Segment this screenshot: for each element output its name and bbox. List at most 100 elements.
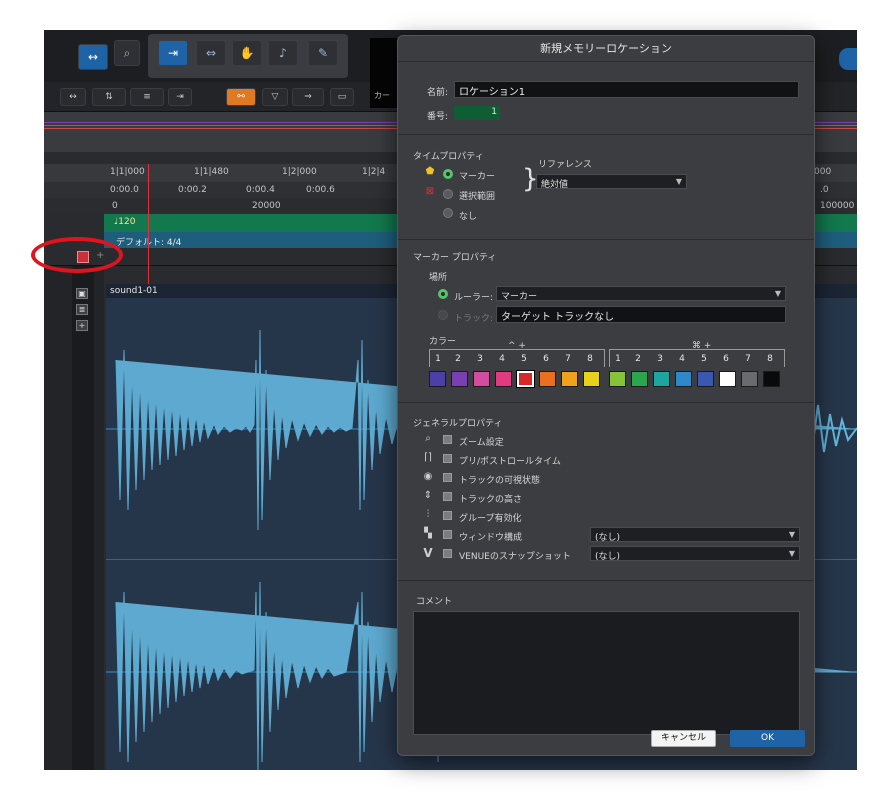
number-field[interactable]: 1	[454, 106, 500, 120]
cancel-button[interactable]: キャンセル	[651, 730, 716, 747]
tab-to-transient-icon[interactable]: ⇒	[292, 88, 324, 106]
group-enable-checkbox[interactable]	[443, 511, 452, 520]
name-input[interactable]: ロケーション1	[454, 81, 799, 98]
window-config-checkbox[interactable]	[443, 530, 452, 539]
ruler-dropdown[interactable]: マーカー ▼	[496, 286, 786, 302]
section-divider	[398, 134, 814, 135]
radio-selection[interactable]	[443, 189, 453, 199]
color-swatch[interactable]	[675, 371, 692, 387]
color-number: 4	[499, 354, 505, 364]
ruler-time-label: 0:00.2	[178, 185, 207, 195]
radio-marker[interactable]	[443, 169, 453, 179]
new-memory-location-dialog: 新規メモリーロケーション 名前: ロケーション1 番号: 1 タイムプロパティ …	[397, 35, 815, 756]
venue-snapshot-dropdown[interactable]: (なし) ▼	[590, 546, 800, 562]
ruler-bar-label: 1|2|4	[362, 167, 386, 177]
window-config-icon: ▚	[424, 528, 432, 539]
slip-icon[interactable]: ≡	[130, 88, 164, 106]
comment-label: コメント	[416, 597, 453, 607]
color-swatch[interactable]	[609, 371, 626, 387]
ruler-label: ルーラー:	[454, 293, 494, 303]
reference-label: リファレンス	[538, 160, 592, 170]
zoom-checkbox[interactable]	[443, 435, 452, 444]
grid-icon[interactable]: ⇥	[168, 88, 192, 106]
color-number: 5	[521, 354, 527, 364]
color-swatch[interactable]	[741, 371, 758, 387]
color-swatch[interactable]	[451, 371, 468, 387]
color-swatch[interactable]	[473, 371, 490, 387]
radio-none[interactable]	[443, 208, 453, 218]
playhead-line	[148, 164, 149, 284]
color-swatch[interactable]	[763, 371, 780, 387]
option-selection-label: 選択範囲	[459, 192, 496, 202]
pencil-tool-icon[interactable]: ✎	[308, 40, 338, 66]
ruler-time-label: 0:00.4	[246, 185, 275, 195]
selector-tool-icon[interactable]: ⇔	[196, 40, 226, 66]
venue-icon: V	[423, 546, 433, 560]
tempo-value: ♩120	[114, 217, 136, 227]
ruler-bar-label: 1|1|000	[110, 167, 145, 177]
add-track-icon[interactable]: +	[76, 320, 88, 331]
insertion-icon[interactable]: ▽	[262, 88, 288, 106]
color-number: 7	[565, 354, 571, 364]
pre-post-roll-checkbox[interactable]	[443, 454, 452, 463]
link-icon[interactable]: ⚯	[226, 88, 256, 106]
ruler-time-label: 0:00.6	[306, 185, 335, 195]
radio-track[interactable]	[438, 310, 448, 320]
ruler-bar-label: 1|1|480	[194, 167, 229, 177]
color-swatch[interactable]	[719, 371, 736, 387]
group-enable-label: グループ有効化	[459, 514, 522, 524]
name-label: 名前:	[427, 88, 449, 98]
grabber-tool-icon[interactable]: ✋	[232, 40, 262, 66]
playlist-icon[interactable]: ▣	[76, 288, 88, 299]
trim-tool-icon[interactable]: ⇥	[158, 40, 188, 66]
color-number: 7	[745, 354, 751, 364]
track-field[interactable]: ターゲット トラックなし	[496, 306, 786, 323]
track-height-label: トラックの高さ	[459, 495, 523, 505]
color-swatch[interactable]	[516, 370, 535, 388]
right-toolbar-control[interactable]	[839, 48, 857, 70]
venue-snapshot-checkbox[interactable]	[443, 549, 452, 558]
shuffle-icon[interactable]: ↔	[60, 88, 86, 106]
zoom-toggle-icon[interactable]: ↔	[78, 44, 108, 70]
pre-post-roll-label: プリ/ポストロールタイム	[459, 457, 561, 467]
color-swatch[interactable]	[631, 371, 648, 387]
magnifier-icon[interactable]: ⌕	[114, 40, 140, 66]
comment-textarea[interactable]	[413, 611, 800, 735]
radio-ruler[interactable]	[438, 289, 448, 299]
color-swatch[interactable]	[561, 371, 578, 387]
color-swatch[interactable]	[653, 371, 670, 387]
chevron-down-icon: ▼	[774, 289, 781, 298]
color-swatch[interactable]	[539, 371, 556, 387]
track-label: トラック:	[454, 314, 494, 324]
ok-button[interactable]: OK	[730, 730, 805, 747]
reference-dropdown[interactable]: 絶対値 ▼	[536, 174, 687, 190]
dialog-title: 新規メモリーロケーション	[398, 36, 814, 62]
color-number: 1	[615, 354, 621, 364]
highlight-ellipse	[31, 237, 123, 273]
number-label: 番号:	[427, 112, 449, 122]
scrubber-tool-icon[interactable]: ♪	[268, 40, 298, 66]
color-swatch[interactable]	[697, 371, 714, 387]
window-config-label: ウィンドウ構成	[459, 533, 523, 543]
color-swatch[interactable]	[495, 371, 512, 387]
color-swatch[interactable]	[583, 371, 600, 387]
group-icon: ⫶	[426, 509, 430, 520]
marker-icon: ⬟	[425, 166, 435, 177]
ruler-time-label: 0:00.0	[110, 185, 139, 195]
section-divider	[398, 402, 814, 403]
spot-icon[interactable]: ⇅	[92, 88, 126, 106]
window-config-dropdown[interactable]: (なし) ▼	[590, 527, 800, 543]
color-swatch[interactable]	[429, 371, 446, 387]
clip-list-icon[interactable]: ≣	[76, 304, 88, 315]
counter-label: カー	[374, 91, 390, 100]
pre-post-roll-icon: ⌈⌉	[424, 452, 432, 463]
color-number: 8	[767, 354, 773, 364]
track-visibility-label: トラックの可視状態	[459, 476, 541, 486]
color-number: 6	[543, 354, 549, 364]
venue-snapshot-value: (なし)	[595, 552, 621, 562]
section-divider	[398, 580, 814, 581]
marker-properties-heading: マーカー プロパティ	[413, 253, 497, 263]
track-visibility-checkbox[interactable]	[443, 473, 452, 482]
mirror-icon[interactable]: ▭	[330, 88, 354, 106]
track-height-checkbox[interactable]	[443, 492, 452, 501]
